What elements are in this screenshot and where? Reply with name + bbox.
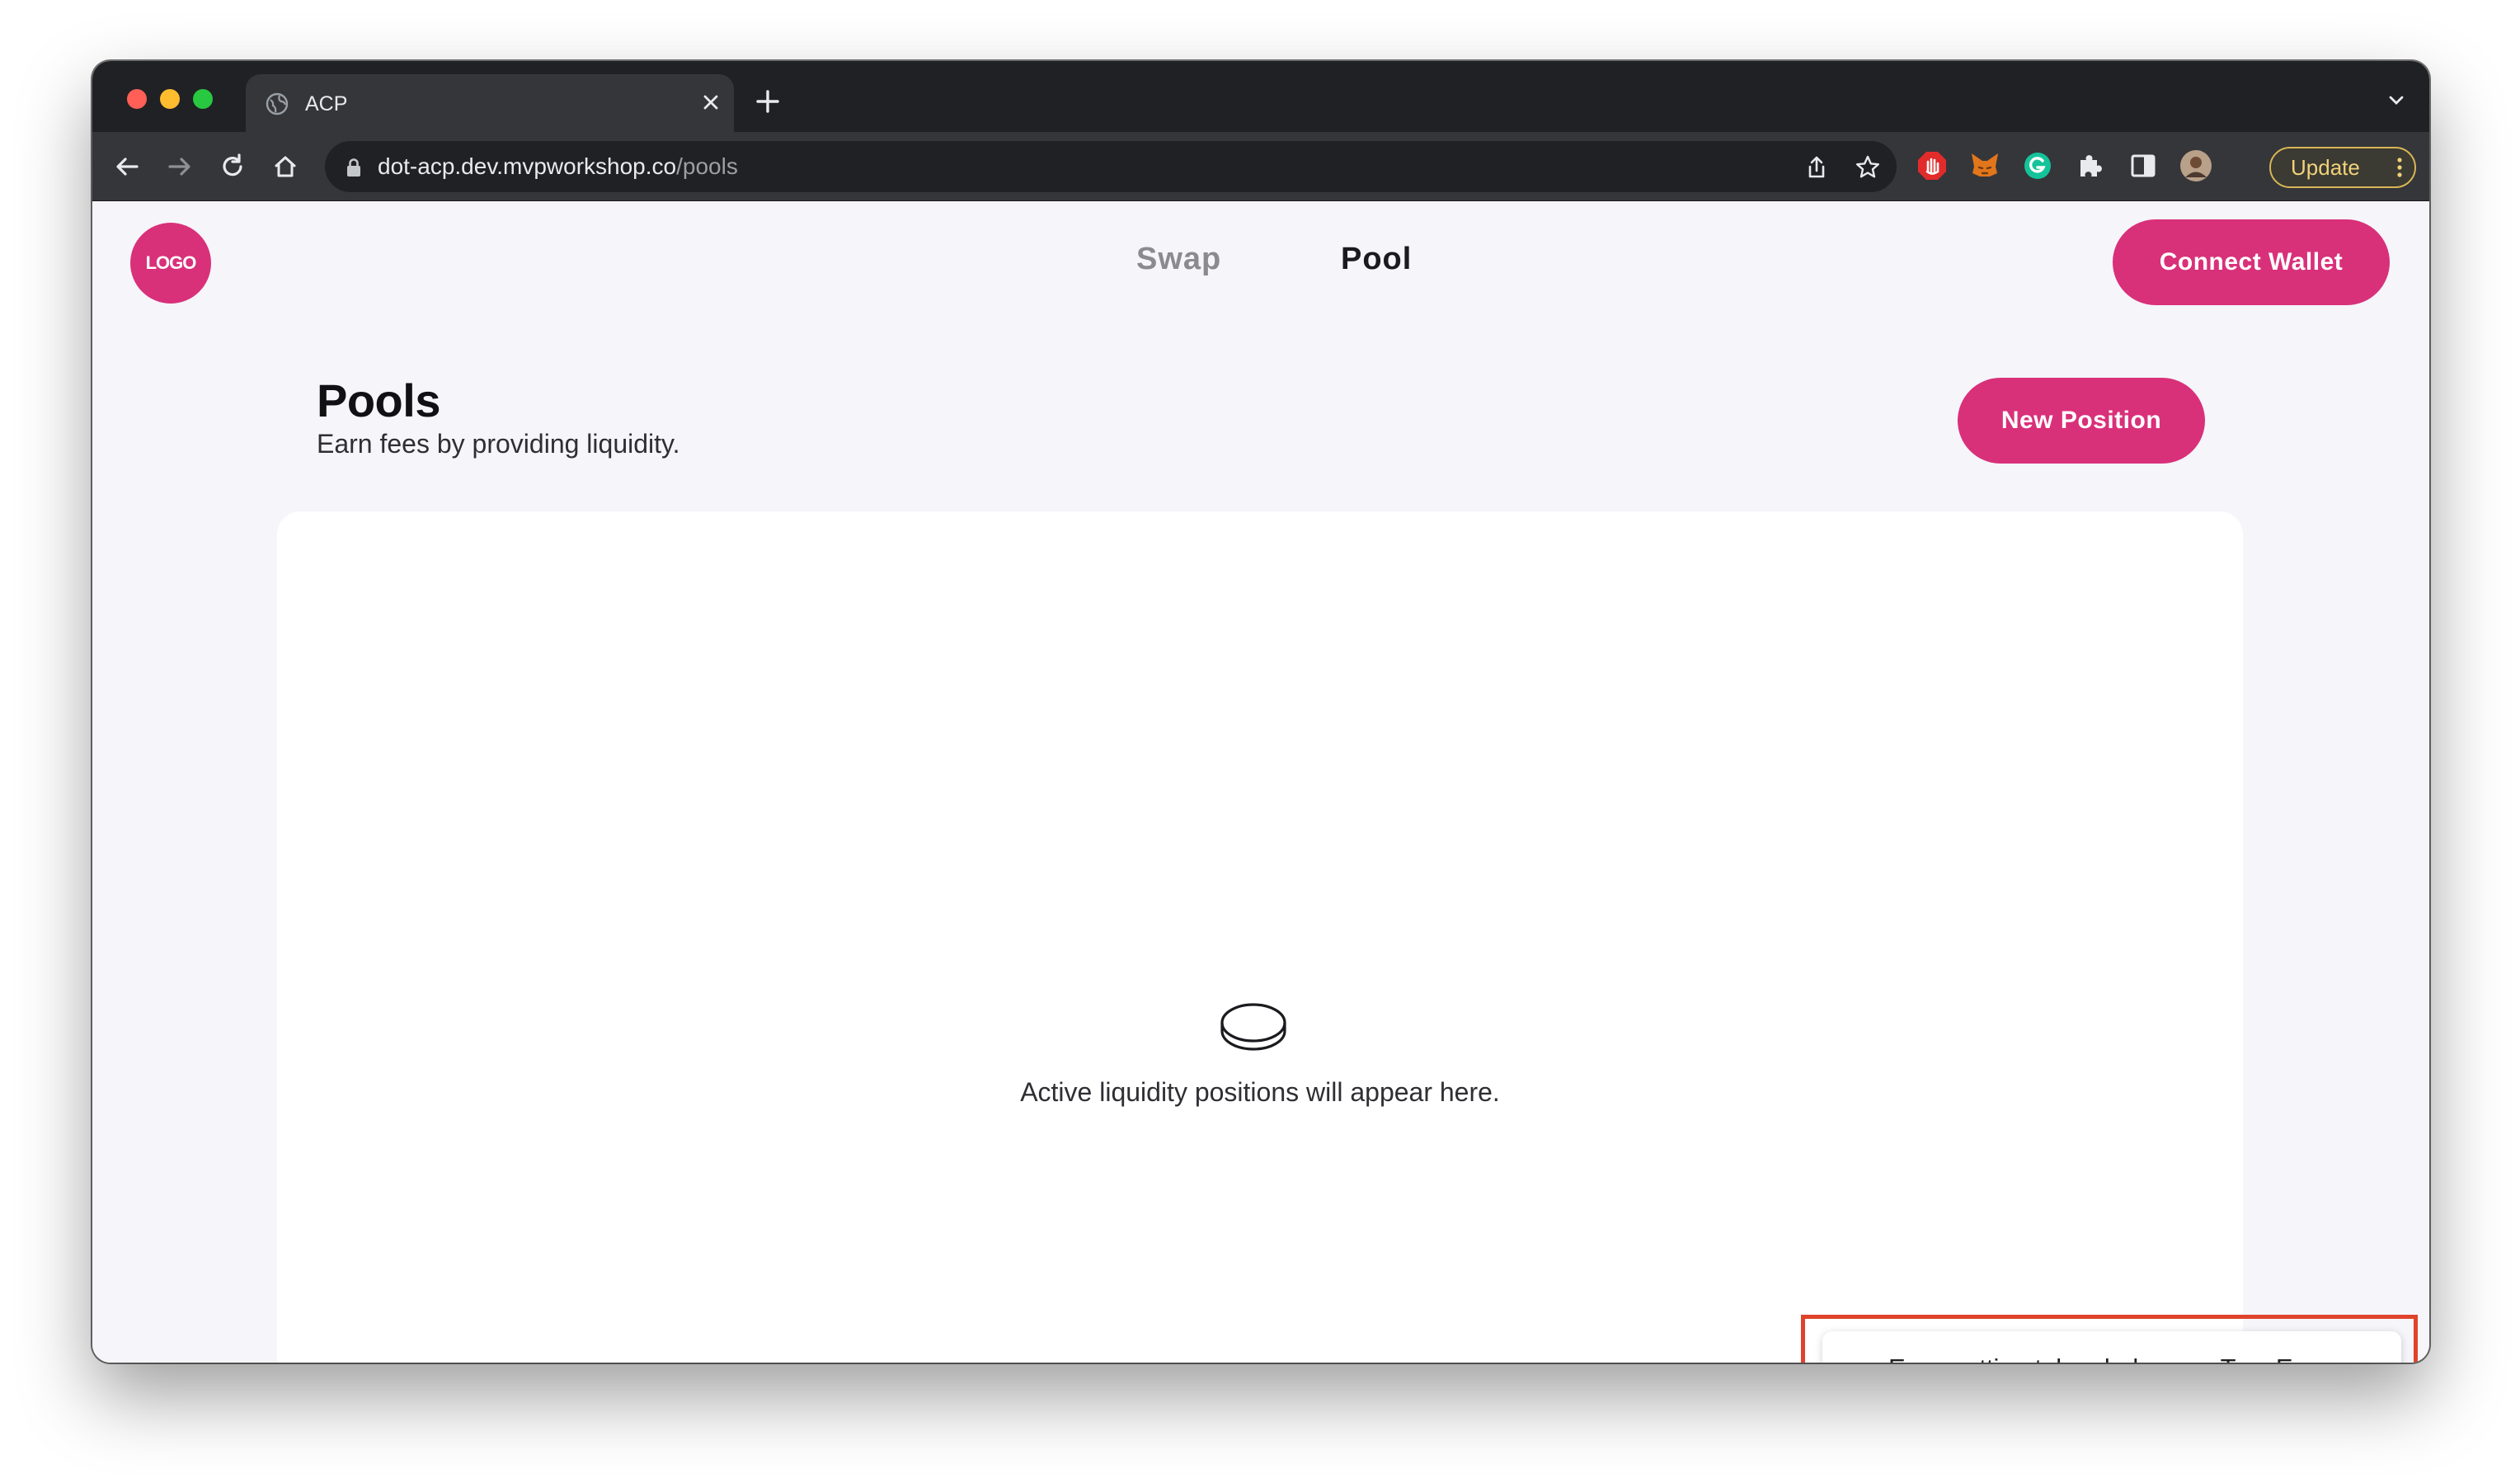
browser-tab[interactable]: ACP bbox=[246, 74, 734, 132]
maximize-window-button[interactable] bbox=[193, 89, 213, 109]
grammarly-icon[interactable] bbox=[2020, 148, 2055, 183]
update-button[interactable]: Update bbox=[2269, 147, 2416, 188]
toast-message: Error setting token balances: TypeError:… bbox=[1888, 1351, 2383, 1363]
new-tab-icon[interactable] bbox=[752, 86, 783, 117]
chevron-down-icon[interactable] bbox=[2385, 89, 2408, 112]
tab-strip: ACP bbox=[92, 61, 2429, 132]
logo[interactable]: LOGO bbox=[130, 223, 211, 304]
globe-icon bbox=[266, 92, 289, 115]
positions-card: Active liquidity positions will appear h… bbox=[277, 511, 2243, 1363]
more-options-icon bbox=[2397, 158, 2402, 177]
profile-avatar-icon[interactable] bbox=[2179, 148, 2213, 183]
forward-icon[interactable] bbox=[162, 148, 198, 185]
nav-swap[interactable]: Swap bbox=[1136, 241, 1221, 277]
url-text: dot-acp.dev.mvpworkshop.co/pools bbox=[378, 153, 738, 180]
nav-pool[interactable]: Pool bbox=[1341, 241, 1412, 277]
adblock-extension-icon[interactable] bbox=[1915, 148, 1949, 183]
metamask-fox-icon[interactable] bbox=[1968, 148, 2002, 183]
url-host: dot-acp.dev.mvpworkshop.co bbox=[378, 153, 677, 179]
page-subtitle: Earn fees by providing liquidity. bbox=[317, 429, 680, 459]
update-label: Update bbox=[2291, 155, 2360, 180]
minimize-window-button[interactable] bbox=[160, 89, 180, 109]
address-bar[interactable]: dot-acp.dev.mvpworkshop.co/pools bbox=[325, 141, 1897, 192]
side-panel-icon[interactable] bbox=[2126, 148, 2160, 183]
bookmark-star-icon[interactable] bbox=[1854, 153, 1882, 181]
coin-icon bbox=[1220, 1003, 1286, 1051]
page-content: LOGO Swap Pool Connect Wallet Pools Earn… bbox=[92, 201, 2429, 1363]
close-window-button[interactable] bbox=[127, 89, 147, 109]
new-position-button[interactable]: New Position bbox=[1958, 378, 2205, 464]
page-title: Pools bbox=[317, 374, 440, 426]
extensions-puzzle-icon[interactable] bbox=[2073, 148, 2108, 183]
empty-state-message: Active liquidity positions will appear h… bbox=[1020, 1077, 1500, 1107]
browser-window: ACP dot-acp.dev.mvpworkshop.co/pools Upd… bbox=[92, 61, 2429, 1363]
connect-wallet-button[interactable]: Connect Wallet bbox=[2113, 219, 2390, 305]
close-tab-icon[interactable] bbox=[696, 87, 726, 117]
reload-icon[interactable] bbox=[214, 148, 251, 185]
back-icon[interactable] bbox=[109, 148, 145, 185]
share-icon[interactable] bbox=[1803, 153, 1831, 181]
lock-icon[interactable] bbox=[345, 157, 363, 178]
browser-toolbar: dot-acp.dev.mvpworkshop.co/pools Update bbox=[92, 132, 2429, 201]
home-icon[interactable] bbox=[267, 148, 303, 185]
error-toast[interactable]: Error setting token balances: TypeError:… bbox=[1822, 1331, 2401, 1363]
url-path: /pools bbox=[676, 153, 738, 179]
tab-title: ACP bbox=[305, 92, 348, 115]
